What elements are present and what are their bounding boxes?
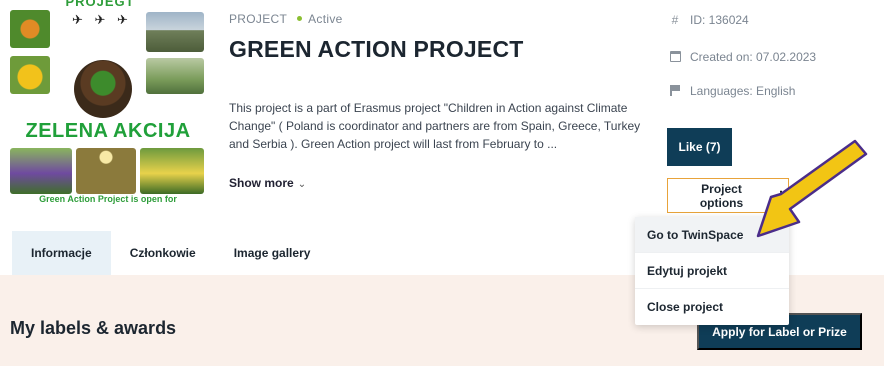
calendar-icon bbox=[668, 50, 682, 64]
image-top-text: PROJEGT bbox=[65, 0, 135, 9]
project-type-label: PROJECT bbox=[229, 12, 288, 26]
image-bottom-text: Green Action Project is open for bbox=[39, 194, 177, 204]
hash-icon: # bbox=[671, 13, 679, 27]
chevron-down-icon: ⌄ bbox=[297, 179, 307, 190]
flag-icon bbox=[668, 84, 682, 98]
project-meta: PROJECT Active bbox=[229, 12, 343, 26]
dome-photo bbox=[146, 12, 204, 52]
project-title: GREEN ACTION PROJECT bbox=[229, 36, 524, 62]
bee-photo bbox=[10, 56, 50, 94]
like-button[interactable]: Like (7) bbox=[667, 128, 732, 166]
project-options-menu: Go to TwinSpace Edytuj projekt Close pro… bbox=[635, 217, 789, 325]
sprout-photo bbox=[74, 60, 132, 118]
project-options-label: Project options bbox=[699, 181, 744, 210]
project-id-text: ID: 136024 bbox=[690, 13, 749, 27]
languages-text: Languages: English bbox=[690, 84, 796, 98]
tulips-photo bbox=[140, 148, 204, 194]
project-image: PROJEGT ✈ ✈ ✈ ZELENA AKCIJA Green Action… bbox=[10, 0, 206, 205]
project-status: Active bbox=[308, 12, 343, 26]
status-dot-icon bbox=[297, 16, 303, 22]
butterfly-photo bbox=[10, 10, 50, 48]
stork-photo bbox=[146, 58, 204, 94]
tab-czlonkowie[interactable]: Członkowie bbox=[111, 231, 215, 275]
flowers-photo bbox=[10, 148, 72, 194]
created-date-text: Created on: 07.02.2023 bbox=[690, 50, 817, 64]
menu-item-go-to-twinspace[interactable]: Go to TwinSpace bbox=[635, 217, 789, 253]
menu-item-close-project[interactable]: Close project bbox=[635, 289, 789, 325]
birds-graphic: ✈ ✈ ✈ bbox=[72, 12, 132, 27]
show-more-label: Show more bbox=[229, 176, 294, 190]
show-more-link[interactable]: Show more ⌄ bbox=[229, 176, 306, 190]
project-options-button[interactable]: Project options ⋮ bbox=[667, 178, 789, 213]
image-main-text: ZELENA AKCIJA bbox=[25, 120, 191, 142]
created-date: Created on: 07.02.2023 bbox=[668, 50, 816, 64]
labels-heading: My labels & awards bbox=[10, 318, 177, 338]
languages: Languages: English bbox=[668, 84, 795, 98]
more-vertical-icon: ⋮ bbox=[774, 187, 788, 204]
menu-item-edit-project[interactable]: Edytuj projekt bbox=[635, 253, 789, 289]
tree-photo bbox=[76, 148, 136, 194]
project-tabs: Informacje Członkowie Image gallery bbox=[12, 231, 329, 275]
tab-informacje[interactable]: Informacje bbox=[12, 231, 111, 275]
project-description: This project is a part of Erasmus projec… bbox=[229, 101, 641, 151]
tab-image-gallery[interactable]: Image gallery bbox=[215, 231, 330, 275]
project-id: # ID: 136024 bbox=[668, 13, 749, 27]
